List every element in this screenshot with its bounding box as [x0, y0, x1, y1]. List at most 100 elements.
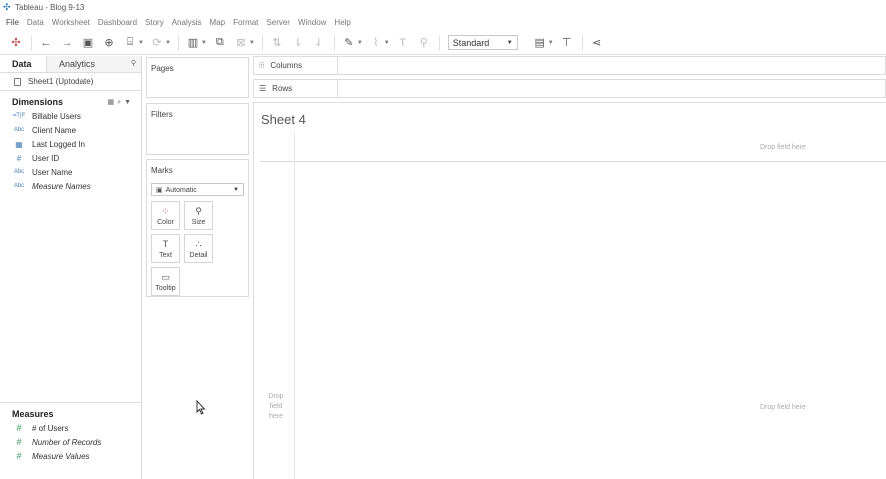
measures-section: Measures # # of Users # Number of Record… — [0, 402, 141, 463]
boolean-icon: =T|F — [12, 113, 26, 119]
menu-file[interactable]: File — [6, 18, 19, 27]
highlight-caret-icon[interactable]: ▼ — [357, 40, 363, 46]
clear-sheet-icon[interactable]: ⊠ — [233, 35, 249, 51]
highlight-icon[interactable]: ✎ — [341, 35, 357, 51]
show-cards-caret-icon[interactable]: ▼ — [548, 40, 554, 46]
text-button[interactable]: T Text — [151, 234, 180, 263]
show-labels-icon[interactable]: T — [395, 35, 411, 51]
field-label: Client Name — [32, 125, 77, 135]
datasource-name: Sheet1 (Uptodate) — [28, 77, 94, 86]
calendar-icon: ▦ — [15, 139, 23, 149]
datasource-caret-icon[interactable]: ▼ — [138, 40, 144, 46]
filters-card[interactable]: Filters — [146, 103, 249, 155]
database-icon — [14, 77, 21, 86]
field-user-id[interactable]: # User ID — [0, 151, 141, 165]
refresh-icon[interactable]: ⟳ — [149, 35, 165, 51]
drop-zone-view[interactable]: Drop field here — [760, 404, 806, 411]
drop-zone-rows-line1: Drop — [268, 393, 284, 400]
undo-icon[interactable]: ← — [38, 35, 54, 51]
fit-select[interactable]: Standard ▼ — [447, 35, 518, 50]
view-toggle-icon[interactable]: ▦ — [108, 99, 118, 106]
redo-icon[interactable]: → — [59, 35, 75, 51]
presentation-icon[interactable]: ⊤ — [559, 35, 575, 51]
color-label: Color — [157, 218, 174, 226]
show-cards-icon[interactable]: ▤ — [532, 35, 548, 51]
detail-label: Detail — [189, 251, 208, 259]
tab-analytics-label: Analytics — [59, 59, 96, 69]
field-client-name[interactable]: Abc Client Name — [0, 123, 141, 137]
menu-data[interactable]: Data — [27, 18, 44, 27]
new-worksheet-caret-icon[interactable]: ▼ — [201, 40, 207, 46]
field-label: User Name — [32, 167, 73, 177]
tooltip-icon: ▭ — [161, 271, 170, 282]
field-measure-names[interactable]: Abc Measure Names — [0, 179, 141, 193]
sort-descending-icon[interactable]: ⇃ — [311, 35, 327, 51]
drop-zone-rows[interactable]: Drop field here — [265, 392, 287, 422]
sheet-title[interactable]: Sheet 4 — [261, 112, 306, 127]
pages-card[interactable]: Pages — [146, 57, 249, 98]
menu-format[interactable]: Format — [233, 18, 258, 27]
tab-analytics[interactable]: Analytics ⚲ — [47, 56, 141, 72]
marks-title: Marks — [151, 166, 173, 175]
swap-icon[interactable]: ⇅ — [269, 35, 285, 51]
measure-number-icon: # — [16, 423, 22, 433]
datasource-icon[interactable]: ⌸ — [122, 35, 138, 51]
menu-help[interactable]: Help — [334, 18, 350, 27]
datasource-item[interactable]: Sheet1 (Uptodate) — [0, 73, 141, 91]
mouse-cursor-icon — [196, 400, 206, 415]
tab-data[interactable]: Data — [0, 56, 47, 72]
mark-type-select[interactable]: ▣ Automatic ▼ — [151, 183, 244, 196]
field-label: Last Logged In — [32, 139, 85, 149]
toolbar-divider — [438, 34, 440, 51]
detail-button[interactable]: ∴ Detail — [184, 234, 213, 263]
menu-dashboard[interactable]: Dashboard — [98, 18, 137, 27]
field-billable-users[interactable]: =T|F Billable Users — [0, 109, 141, 123]
columns-shelf[interactable]: ⦙⦙⦙ Columns — [253, 56, 886, 75]
group-caret-icon[interactable]: ▼ — [384, 40, 390, 46]
pin-icon[interactable]: ⚲ — [416, 35, 432, 51]
tableau-logo-icon[interactable]: ✣ — [8, 35, 24, 51]
string-icon: Abc — [13, 127, 25, 133]
share-icon[interactable]: ⋖ — [589, 35, 605, 51]
new-datasource-icon[interactable]: ⊕ — [101, 35, 117, 51]
field-label: User ID — [32, 153, 60, 163]
menu-story[interactable]: Story — [145, 18, 164, 27]
duplicate-sheet-icon[interactable]: ⧉ — [212, 35, 228, 51]
color-button[interactable]: ⁘ Color — [151, 201, 180, 230]
menu-server[interactable]: Server — [266, 18, 290, 27]
field-label: Billable Users — [32, 111, 81, 121]
field-last-logged-in[interactable]: ▦ Last Logged In — [0, 137, 141, 151]
tooltip-label: Tooltip — [155, 284, 176, 292]
new-worksheet-icon[interactable]: ▥ — [185, 35, 201, 51]
field-num-users[interactable]: # # of Users — [0, 421, 141, 435]
field-measure-values[interactable]: # Measure Values — [0, 449, 141, 463]
window-title: Tableau - Blog 9-13 — [15, 3, 85, 12]
text-label: Text — [159, 251, 172, 259]
size-button[interactable]: ⚲ Size — [184, 201, 213, 230]
drop-zone-columns[interactable]: Drop field here — [760, 144, 806, 151]
group-icon[interactable]: ⌇ — [368, 35, 384, 51]
toolbar-divider — [177, 34, 179, 51]
save-icon[interactable]: ▣ — [80, 35, 96, 51]
menu-map[interactable]: Map — [210, 18, 226, 27]
rows-label: Rows — [272, 84, 293, 93]
field-label: Measure Values — [32, 451, 90, 461]
pin-icon[interactable]: ⚲ — [131, 59, 136, 67]
measures-header: Measures — [0, 407, 141, 421]
menu-window[interactable]: Window — [298, 18, 326, 27]
pages-title: Pages — [151, 64, 174, 73]
menu-worksheet[interactable]: Worksheet — [52, 18, 90, 27]
rows-shelf-label: ☰ Rows — [254, 80, 338, 97]
sort-ascending-icon[interactable]: ⇂ — [290, 35, 306, 51]
rows-shelf[interactable]: ☰ Rows — [253, 79, 886, 98]
menu-caret-icon[interactable]: ▼ — [124, 99, 134, 106]
columns-shelf-label: ⦙⦙⦙ Columns — [254, 57, 338, 74]
size-icon: ⚲ — [195, 205, 202, 216]
menu-analysis[interactable]: Analysis — [172, 18, 202, 27]
tooltip-button[interactable]: ▭ Tooltip — [151, 267, 180, 296]
clear-sheet-caret-icon[interactable]: ▼ — [249, 40, 255, 46]
worksheet-view[interactable]: Sheet 4 Drop field here Drop field here … — [253, 102, 886, 479]
field-user-name[interactable]: Abc User Name — [0, 165, 141, 179]
field-number-of-records[interactable]: # Number of Records — [0, 435, 141, 449]
refresh-caret-icon[interactable]: ▼ — [165, 40, 171, 46]
